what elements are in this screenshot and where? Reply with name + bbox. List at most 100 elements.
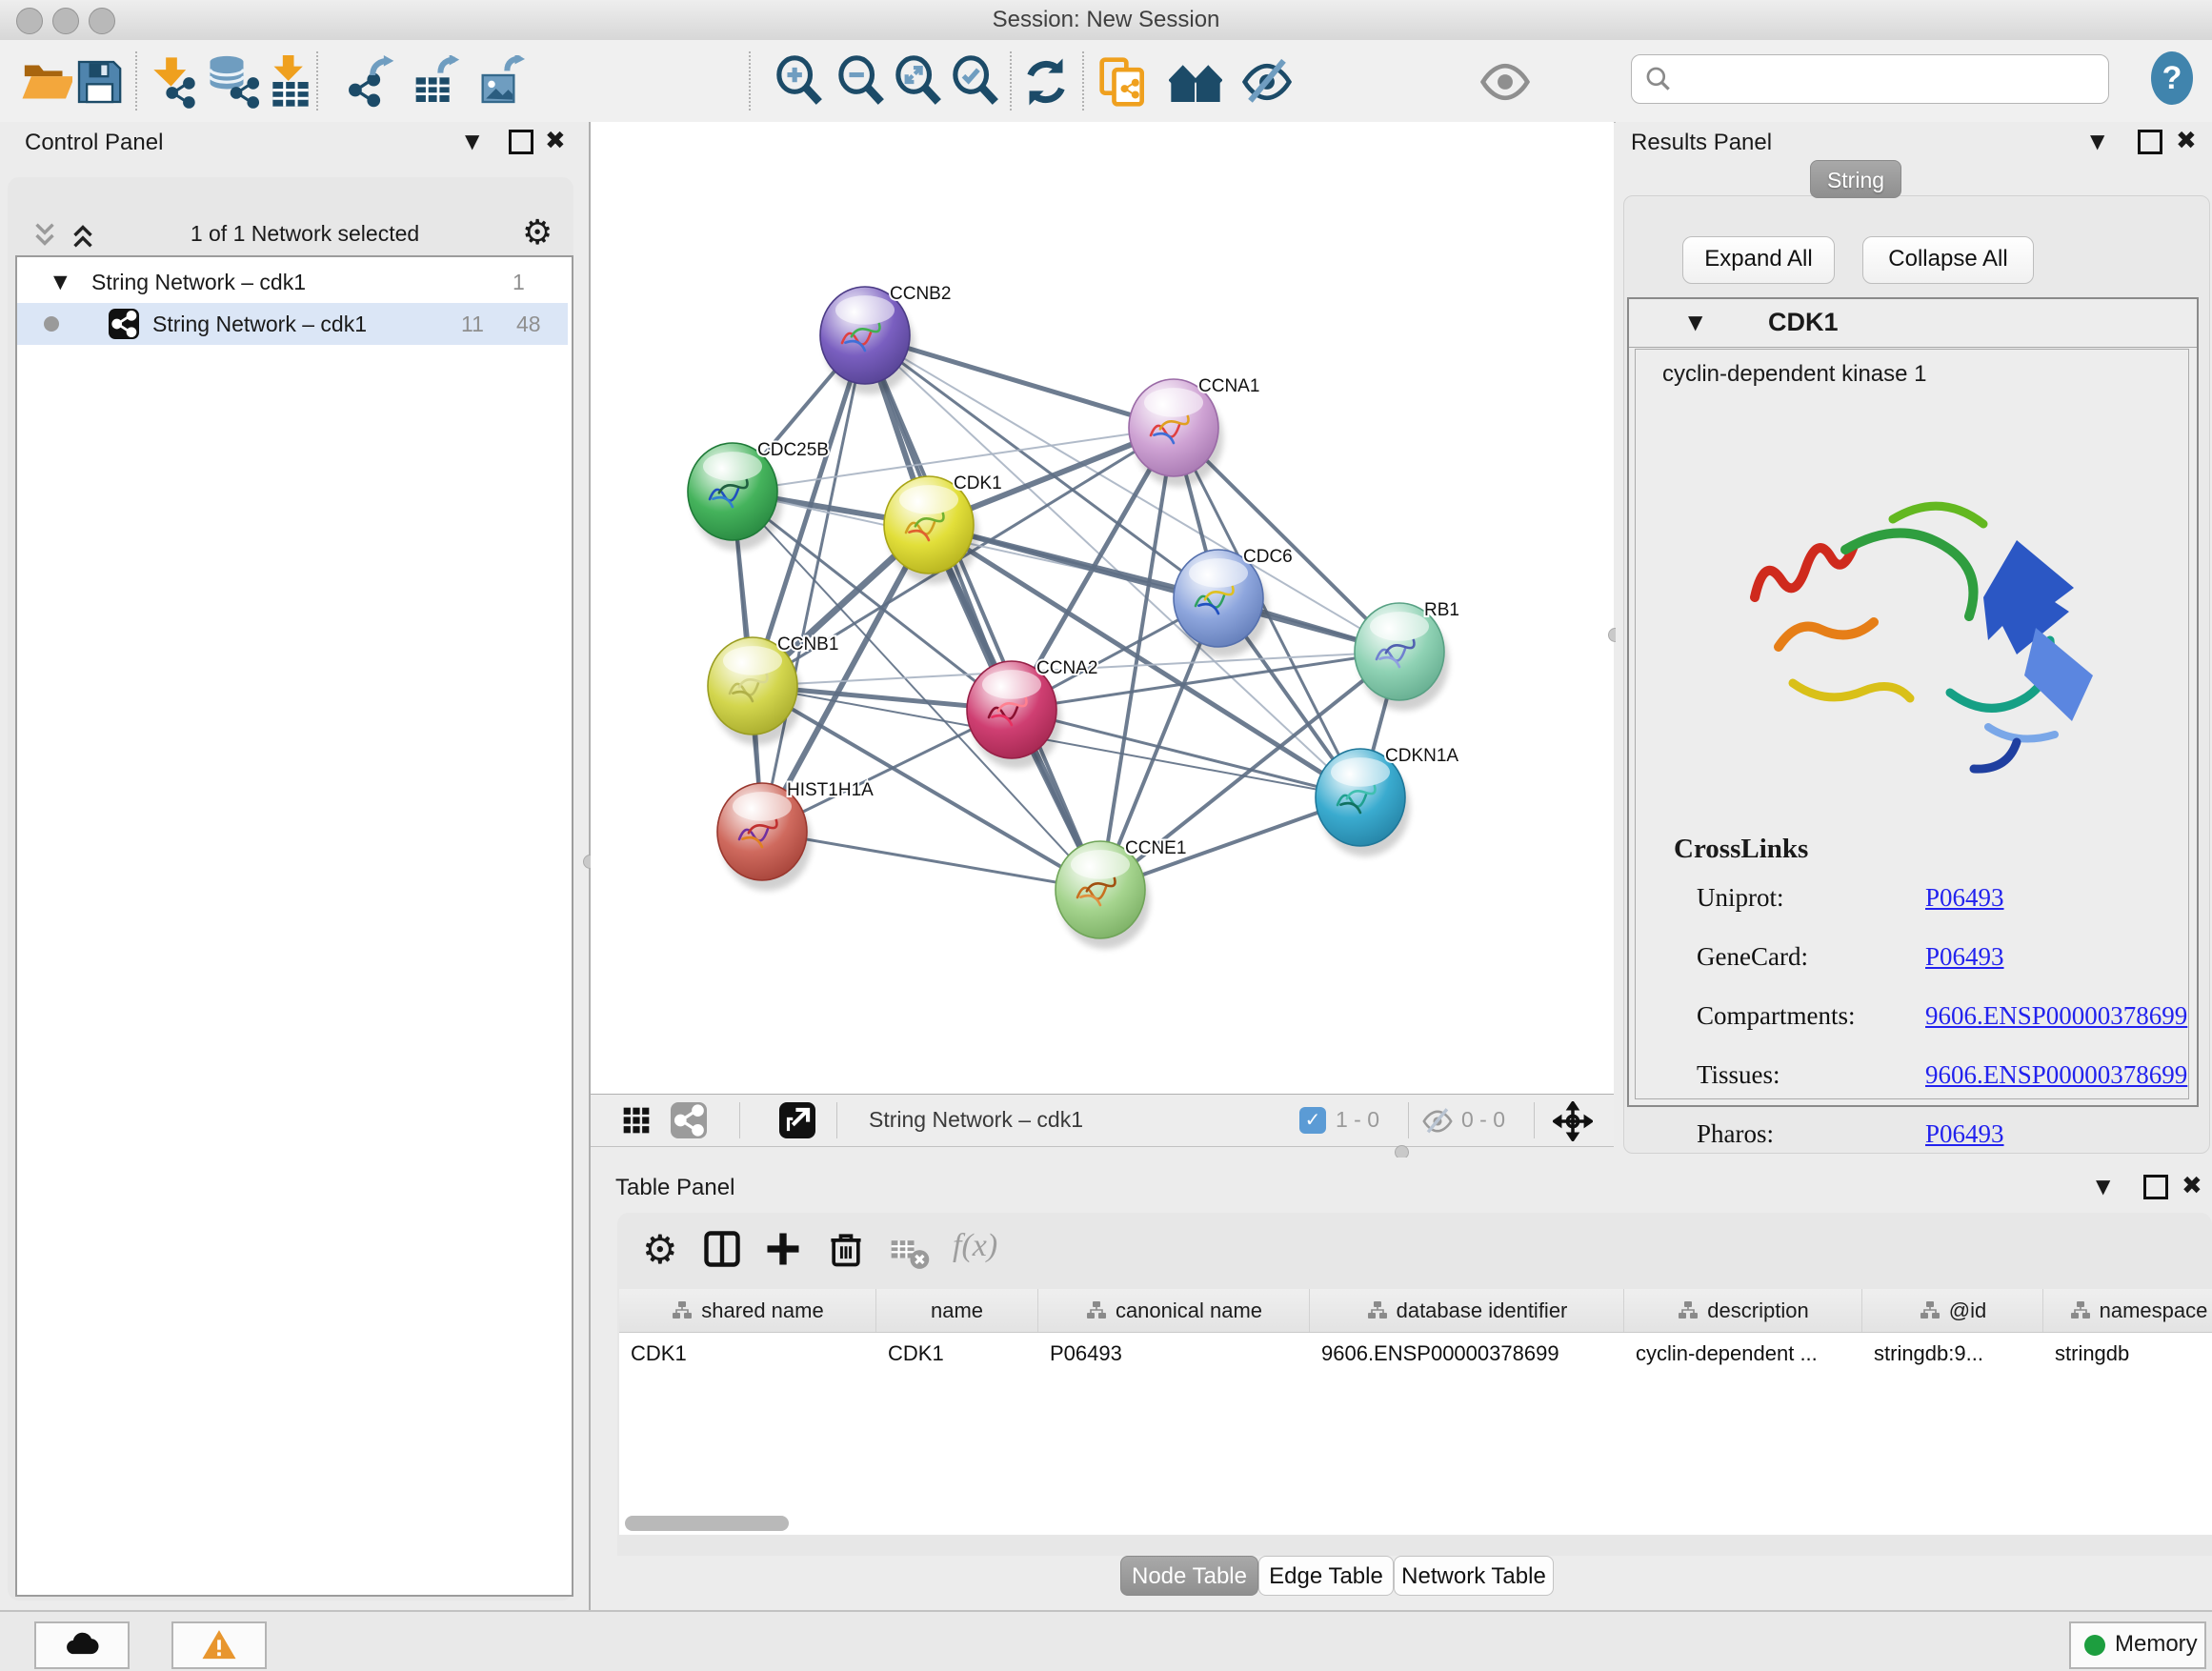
horizontal-splitter[interactable] [591, 1147, 1614, 1158]
fit-content-icon [893, 55, 946, 109]
column-header-database-identifier[interactable]: database identifier [1310, 1289, 1624, 1332]
import-table-file-button[interactable] [264, 55, 317, 109]
open-in-window-icon[interactable] [779, 1102, 815, 1138]
crosslink-link[interactable]: P06493 [1925, 942, 2004, 972]
network-options-gear-icon[interactable]: ⚙ [522, 213, 553, 252]
zoom-in-button[interactable] [774, 55, 827, 109]
export-network-button[interactable] [345, 55, 398, 109]
save-session-button[interactable] [72, 55, 126, 109]
control-panel-title: Control Panel [25, 130, 163, 156]
show-all-icon [1478, 55, 1532, 109]
export-table-button[interactable] [412, 55, 465, 109]
panel-menu-icon[interactable]: ▼ [2096, 1175, 2110, 1198]
delete-table-icon[interactable] [888, 1232, 934, 1278]
warnings-button[interactable] [171, 1621, 267, 1669]
panel-float-icon[interactable] [2143, 1175, 2168, 1199]
gene-name: CDK1 [1768, 308, 1839, 337]
network-graph[interactable]: CCNB2CCNA1CDC25BCDK1CDC6RB1CCNB1CCNA2CDK… [591, 122, 1614, 1094]
duplicate-network-button[interactable] [1097, 55, 1151, 109]
application-window: Session: New Session ? Control Panel ▼ ✖… [0, 0, 2212, 1671]
search-input[interactable] [1681, 59, 2095, 99]
fit-content-button[interactable] [893, 55, 946, 109]
tab-edge-table[interactable]: Edge Table [1258, 1556, 1394, 1596]
delete-column-icon[interactable] [825, 1228, 871, 1274]
import-network-database-button[interactable] [207, 55, 260, 109]
table-settings-gear-icon[interactable]: ⚙ [642, 1226, 678, 1273]
cloud-status-button[interactable] [34, 1621, 130, 1669]
column-header--id[interactable]: @id [1862, 1289, 2043, 1332]
panel-menu-icon[interactable]: ▼ [465, 130, 479, 152]
table-cell[interactable]: 9606.ENSP00000378699 [1310, 1333, 1624, 1374]
column-header-shared-name[interactable]: shared name [619, 1289, 876, 1332]
memory-button[interactable]: Memory [2069, 1621, 2206, 1669]
column-header-canonical-name[interactable]: canonical name [1038, 1289, 1310, 1332]
search-field[interactable] [1631, 54, 2109, 104]
table-cell[interactable]: stringdb [2043, 1333, 2212, 1374]
panel-float-icon[interactable] [2138, 130, 2162, 154]
export-image-icon [478, 55, 532, 109]
crosslink-link[interactable]: P06493 [1925, 1119, 2004, 1149]
memory-status-dot [2084, 1635, 2105, 1656]
zoom-out-button[interactable] [835, 55, 889, 109]
network-collection-row[interactable]: ▼ String Network – cdk1 1 [17, 261, 568, 303]
table-cell[interactable]: stringdb:9... [1862, 1333, 2043, 1374]
zoom-selected-button[interactable] [950, 55, 1003, 109]
crosslink-label: Compartments: [1697, 1001, 1855, 1030]
network-tree: ▼ String Network – cdk1 1 String Network… [15, 255, 573, 1597]
hide-selected-icon [1240, 55, 1294, 109]
column-header-name[interactable]: name [876, 1289, 1038, 1332]
horizontal-scrollbar[interactable] [625, 1516, 789, 1531]
panel-float-icon[interactable] [509, 130, 533, 154]
hide-selected-button[interactable] [1240, 55, 1294, 109]
tab-network-table[interactable]: Network Table [1394, 1556, 1554, 1596]
section-expander-icon[interactable]: ▼ [1688, 311, 1702, 333]
crosslink-link[interactable]: 9606.ENSP00000378699 [1925, 1001, 2187, 1031]
table-cell[interactable]: cyclin-dependent ... [1624, 1333, 1862, 1374]
node-label: CCNA2 [1036, 658, 1097, 678]
fit-selected-crosshair-icon[interactable] [1553, 1101, 1593, 1141]
add-column-icon[interactable] [762, 1228, 808, 1274]
gene-section-header[interactable]: ▼ CDK1 [1629, 299, 2197, 348]
refresh-button[interactable] [1019, 55, 1073, 109]
table-cell[interactable]: CDK1 [619, 1333, 876, 1374]
selected-nodes-checkbox-icon[interactable]: ✓ [1299, 1107, 1326, 1134]
grid-view-icon[interactable] [621, 1105, 652, 1136]
collapse-all-button[interactable]: Collapse All [1862, 236, 2034, 284]
table-cell[interactable]: CDK1 [876, 1333, 1038, 1374]
panel-close-icon[interactable]: ✖ [2176, 127, 2197, 155]
crosslink-link[interactable]: P06493 [1925, 883, 2004, 913]
toolbar-separator [316, 51, 318, 111]
first-neighbors-button[interactable] [1169, 55, 1222, 109]
search-icon [1643, 64, 1674, 94]
network-canvas[interactable]: CCNB2CCNA1CDC25BCDK1CDC6RB1CCNB1CCNA2CDK… [591, 122, 1614, 1095]
zoom-selected-icon [950, 55, 1003, 109]
tab-node-table[interactable]: Node Table [1120, 1556, 1258, 1596]
column-header-description[interactable]: description [1624, 1289, 1862, 1332]
table-row[interactable]: CDK1CDK1P064939606.ENSP00000378699cyclin… [619, 1333, 2212, 1374]
crosslink-link[interactable]: 9606.ENSP00000378699 [1925, 1060, 2187, 1090]
expand-all-button[interactable]: Expand All [1682, 236, 1835, 284]
show-columns-icon[interactable] [701, 1228, 747, 1274]
table-panel-body: ⚙ f(x) shared namenamecanonical [617, 1213, 2212, 1556]
table-cell[interactable]: P06493 [1038, 1333, 1310, 1374]
network-row-selected[interactable]: String Network – cdk1 11 48 [17, 303, 568, 345]
tab-string[interactable]: String [1810, 160, 1901, 198]
duplicate-network-icon [1097, 55, 1151, 109]
crosslink-label: Tissues: [1697, 1060, 1780, 1089]
network-badge-icon[interactable] [671, 1102, 707, 1138]
show-all-button[interactable] [1478, 55, 1532, 109]
panel-close-icon[interactable]: ✖ [2182, 1172, 2202, 1200]
import-network-file-button[interactable] [145, 55, 198, 109]
expand-all-icon[interactable] [67, 219, 99, 252]
crosslink-label: Pharos: [1697, 1119, 1774, 1148]
column-header-namespace[interactable]: namespace [2043, 1289, 2212, 1332]
help-button[interactable]: ? [2151, 51, 2193, 105]
panel-menu-icon[interactable]: ▼ [2090, 130, 2104, 152]
collapse-all-icon[interactable] [29, 219, 61, 252]
tree-expander-icon[interactable]: ▼ [53, 261, 68, 303]
export-image-button[interactable] [478, 55, 532, 109]
panel-close-icon[interactable]: ✖ [545, 127, 566, 155]
network-node-count: 11 [461, 303, 484, 345]
open-session-button[interactable] [19, 55, 72, 109]
hidden-eye-icon[interactable] [1421, 1105, 1454, 1137]
